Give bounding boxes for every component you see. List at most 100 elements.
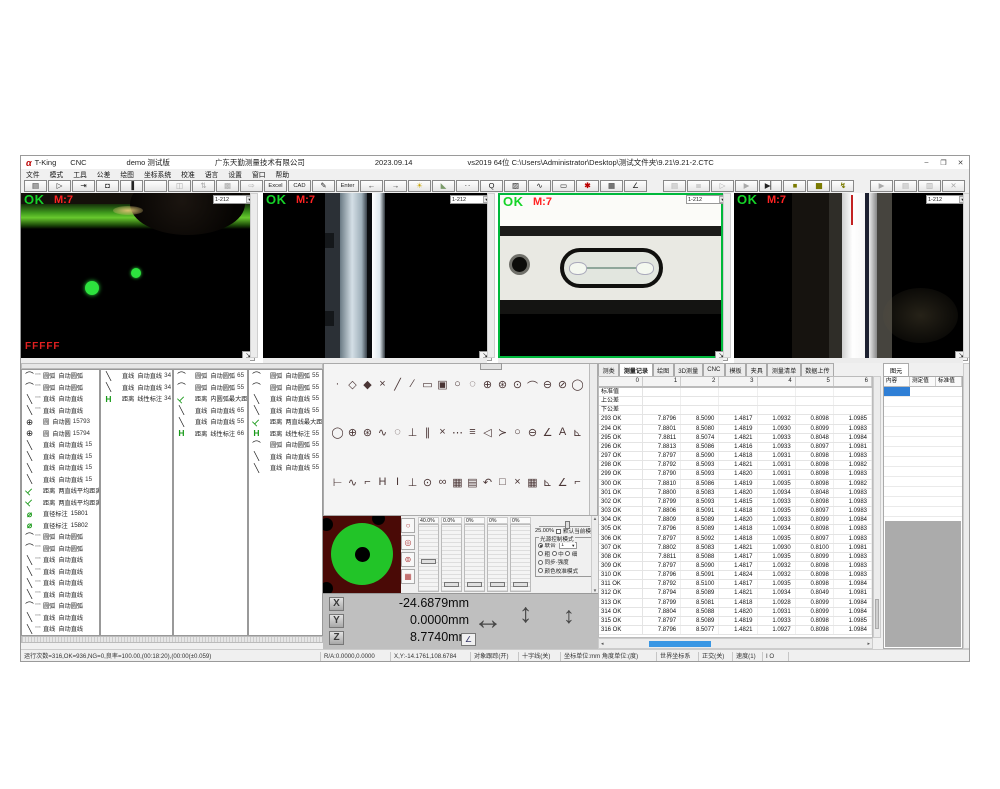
tool-icon[interactable]: ∥ (420, 426, 435, 439)
level-mid-radio[interactable] (552, 551, 557, 556)
table-row[interactable]: 310 OK7.87968.50911.48241.09320.80981.09… (599, 571, 872, 580)
tool-icon[interactable]: ⌐ (360, 476, 375, 489)
tool-icon[interactable]: · (330, 378, 345, 394)
list-item[interactable]: ╲***直线自动直线 (22, 589, 99, 601)
ring-light-control[interactable] (323, 516, 401, 593)
list-item[interactable]: ╲直线自动直线15 (22, 439, 99, 451)
list-item[interactable]: ╲直线自动直线34 (101, 382, 172, 394)
table-row[interactable] (884, 507, 962, 517)
menu-设置[interactable]: 设置 (223, 169, 247, 179)
cad-export-button[interactable]: CAD (288, 180, 311, 192)
image-button[interactable]: ◣ (432, 180, 455, 192)
tool-icon[interactable]: ╱ (390, 378, 405, 394)
preset-select[interactable]: 1 ▼ (559, 542, 577, 549)
run-button[interactable]: ↯ (831, 180, 854, 192)
scale-button[interactable]: ∠ (461, 633, 476, 646)
tool-icon[interactable]: ◯ (330, 426, 345, 439)
tab-夹具[interactable]: 夹具 (746, 363, 767, 376)
slider-track[interactable] (441, 524, 462, 592)
scroll-thumb-blue[interactable] (649, 641, 711, 647)
table-row[interactable]: 标准值 (599, 388, 872, 397)
list-item[interactable]: ⌒圆弧自动圆弧65 (174, 370, 247, 382)
print-button[interactable]: ▥ (918, 180, 941, 192)
maximize-button[interactable]: ❐ (935, 159, 952, 167)
tool-icon[interactable]: ⊛ (360, 426, 375, 439)
tool-icon[interactable]: ⋯ (450, 426, 465, 439)
play-to-end-button[interactable]: ▶▏ (759, 180, 782, 192)
light-mode-button[interactable]: ▦ (401, 569, 415, 584)
list-item[interactable]: H距离线性标注34 (101, 393, 172, 405)
tool-icon[interactable]: □ (495, 476, 510, 489)
tool-icon[interactable]: ⊕ (480, 378, 495, 394)
tool-icon[interactable]: ◁ (480, 426, 495, 439)
results-vscrollbar[interactable] (873, 376, 881, 638)
table-row[interactable] (884, 397, 962, 407)
tool-icon[interactable]: ⊙ (510, 378, 525, 394)
tool-icon[interactable]: ⊾ (570, 426, 585, 439)
save3-button[interactable]: ▤ (894, 180, 917, 192)
light-mode-button[interactable]: ◎ (401, 535, 415, 550)
camera-1-vscrollbar[interactable] (250, 193, 258, 358)
target-button[interactable]: ✱ (576, 180, 599, 192)
list-item[interactable]: ╲***直线自动直线 (22, 393, 99, 405)
tab-CNC[interactable]: CNC (703, 363, 725, 376)
tool-icon[interactable]: ⊾ (540, 476, 555, 489)
menu-校准[interactable]: 校准 (176, 169, 200, 179)
camera-view-3-selected[interactable]: OK M:7 1-212 ▼ ⇲ (498, 193, 731, 363)
list-item[interactable]: ⌒***圆弧自动圆弧 (22, 543, 99, 555)
list-item[interactable]: ╲直线自动直线55 (249, 405, 322, 417)
main-vscrollbar[interactable] (963, 363, 970, 649)
tool-icon[interactable]: ◌ (465, 378, 480, 394)
table-row[interactable]: 315 OK7.87978.50891.48191.09330.80981.09… (599, 617, 872, 626)
list-item[interactable]: ⌒圆弧自动圆弧55 (249, 382, 322, 394)
tool-icon[interactable]: ∠ (555, 476, 570, 489)
save2-button[interactable]: ▤ (663, 180, 686, 192)
tab-elements[interactable]: 图元 (883, 363, 909, 376)
play-button[interactable]: ▶ (735, 180, 758, 192)
tool-icon[interactable]: ↶ (480, 476, 495, 489)
list-item[interactable]: ╲***直线自动直线 (22, 566, 99, 578)
table-row[interactable]: 312 OK7.87948.50891.48211.09340.80491.09… (599, 589, 872, 598)
excel-export-button[interactable]: Excel (264, 180, 287, 192)
tool-icon[interactable]: ⌐ (570, 476, 585, 489)
slider-track[interactable] (487, 524, 508, 592)
list-item[interactable]: ╲直线自动直线55 (249, 462, 322, 474)
list-item[interactable]: ⊢距离两直线最大距 (249, 416, 322, 428)
probe-button[interactable]: ◘ (96, 180, 119, 192)
tool-icon[interactable]: ◇ (345, 378, 360, 394)
tool-icon[interactable]: ▦ (450, 476, 465, 489)
tab-数据上传[interactable]: 数据上传 (801, 363, 834, 376)
table-row[interactable] (884, 497, 962, 507)
back-button[interactable]: ← (360, 180, 383, 192)
jog-vertical-icon[interactable]: ↕ (519, 598, 533, 629)
stage-button[interactable]: ▩ (216, 180, 239, 192)
table-row[interactable]: 307 OK7.88028.50831.48211.09300.81001.09… (599, 544, 872, 553)
results-hscrollbar[interactable]: ◂ ▸ (598, 638, 873, 649)
stage-right-button[interactable]: ⇨ (240, 180, 263, 192)
tool-icon[interactable]: ▣ (435, 378, 450, 394)
menu-文件[interactable]: 文件 (21, 169, 45, 179)
table-row[interactable]: 294 OK7.88018.50801.48191.09300.80991.09… (599, 425, 872, 434)
open2-button[interactable]: ▷ (711, 180, 734, 192)
barcode-button[interactable]: ▦ (600, 180, 623, 192)
default-mode-checkbox[interactable] (556, 529, 561, 534)
menu-坐标系统[interactable]: 坐标系统 (139, 169, 176, 179)
magnifier-button[interactable]: Q (480, 180, 503, 192)
tool-icon[interactable]: ○ (450, 378, 465, 394)
table-row[interactable]: 293 OK7.87968.50901.48171.09320.80981.09… (599, 415, 872, 424)
light-slider[interactable]: 0% (510, 517, 531, 592)
annotate-button[interactable]: ✎ (312, 180, 335, 192)
pause-button[interactable]: ▮▮ (807, 180, 830, 192)
list-item[interactable]: ⊢距离两直线平均距离 (22, 485, 99, 497)
list-item[interactable]: ╲***直线自动直线 (22, 612, 99, 624)
table-row[interactable]: 297 OK7.87978.50901.48181.09310.80981.09… (599, 452, 872, 461)
list-item[interactable]: ╲直线自动直线15 (22, 451, 99, 463)
capture-button[interactable]: ◫ (168, 180, 191, 192)
table-row[interactable]: 298 OK7.87928.50931.48211.09310.80981.09… (599, 461, 872, 470)
camera-view-2[interactable]: OK M:7 1-212 ▼ ⇲ (263, 193, 495, 363)
wave-button[interactable]: ∿ (528, 180, 551, 192)
tool-icon[interactable]: ◌ (390, 426, 405, 439)
list-item[interactable]: ╲直线自动直线55 (249, 393, 322, 405)
table-row[interactable]: 下公差 (599, 406, 872, 415)
tool-icon[interactable]: × (375, 378, 390, 394)
